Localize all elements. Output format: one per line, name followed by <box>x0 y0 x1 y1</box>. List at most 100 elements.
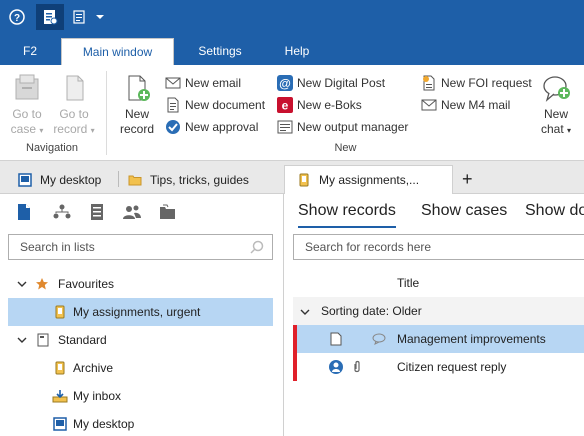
new-eboks-button[interactable]: e New e-Boks <box>277 95 362 115</box>
tab-f2[interactable]: F2 <box>10 38 50 65</box>
new-output-manager-label: New output manager <box>297 120 409 134</box>
doctab-my-desktop-label: My desktop <box>40 172 102 187</box>
new-foi-request-button[interactable]: New FOI request <box>421 73 532 93</box>
new-m4-mail-button[interactable]: New M4 mail <box>421 95 510 115</box>
new-approval-button[interactable]: New approval <box>165 117 258 137</box>
list-icon[interactable] <box>66 4 92 30</box>
new-email-label: New email <box>185 76 242 90</box>
svg-text:e: e <box>282 99 289 113</box>
red-flag-marker <box>293 325 297 353</box>
new-eboks-label: New e-Boks <box>297 98 362 112</box>
goto-case-button[interactable]: Go to case ▾ <box>5 73 49 138</box>
records-icon[interactable] <box>36 4 64 30</box>
inbox-icon <box>52 390 68 403</box>
goto-record-button[interactable]: Go to record ▾ <box>52 73 96 138</box>
new-record-icon <box>122 73 152 103</box>
standard-list-icon <box>37 333 49 347</box>
contacts-icon[interactable] <box>122 202 142 222</box>
chevron-down-icon: ▾ <box>90 126 95 135</box>
tab-help[interactable]: Help <box>273 38 321 65</box>
column-header-title[interactable]: Title <box>397 276 419 290</box>
tab-show-records[interactable]: Show records <box>298 202 396 228</box>
new-chat-label-1: New <box>543 107 568 121</box>
new-record-button[interactable]: New record <box>115 73 159 137</box>
left-pane: Search in lists Favourites My assignment… <box>0 194 284 436</box>
help-icon[interactable]: ? <box>4 4 30 30</box>
tab-divider <box>118 171 119 187</box>
tree-item-my-assignments-urgent[interactable]: My assignments, urgent <box>8 298 273 326</box>
record-title: Citizen request reply <box>397 360 507 374</box>
tree-group-standard[interactable]: Standard <box>8 326 273 354</box>
document-icon <box>330 332 342 346</box>
document-icon <box>167 97 179 113</box>
phone-list-icon <box>299 173 309 187</box>
archive-label: Archive <box>73 361 114 375</box>
new-digital-post-button[interactable]: @ New Digital Post <box>277 73 385 93</box>
at-sign-icon: @ <box>277 75 293 91</box>
chevron-down-icon[interactable] <box>90 4 110 30</box>
goto-record-label-2: record <box>53 122 88 136</box>
goto-record-label-1: Go to <box>59 107 89 121</box>
document-list-icon[interactable] <box>14 202 34 222</box>
tab-main-window[interactable]: Main window <box>61 38 174 65</box>
list-search-input[interactable]: Search in lists <box>8 234 273 260</box>
tree-item-my-desktop[interactable]: My desktop <box>8 410 273 436</box>
goto-record-label-row: record ▾ <box>52 122 96 138</box>
new-output-manager-button[interactable]: New output manager <box>277 117 408 137</box>
records-search-input[interactable]: Search for records here <box>293 234 584 260</box>
approval-check-icon <box>166 120 180 134</box>
new-chat-label-2: chat <box>540 122 564 136</box>
doctab-my-desktop[interactable]: My desktop <box>18 165 101 194</box>
my-inbox-label: My inbox <box>73 389 122 403</box>
new-chat-button[interactable]: New chat ▾ <box>534 73 578 138</box>
doctab-my-assignments-label: My assignments,... <box>319 173 420 187</box>
doctab-tips[interactable]: Tips, tricks, guides <box>128 165 249 194</box>
tab-show-cases[interactable]: Show cases <box>421 202 507 228</box>
quick-access-bar: ? <box>0 0 584 34</box>
new-email-button[interactable]: New email <box>165 73 241 93</box>
new-approval-label: New approval <box>185 120 259 134</box>
new-chat-label-row: chat ▾ <box>534 122 578 138</box>
tab-settings[interactable]: Settings <box>183 38 257 65</box>
phone-list-icon <box>55 361 65 375</box>
star-icon <box>36 278 48 290</box>
tree-group-favourites[interactable]: Favourites <box>8 270 273 298</box>
chevron-down-icon[interactable] <box>16 278 28 290</box>
chat-bubble-icon <box>541 73 571 103</box>
tab-show-documents[interactable]: Show do <box>525 202 584 228</box>
chevron-down-icon[interactable] <box>299 306 311 318</box>
doctab-my-assignments[interactable]: My assignments,... <box>284 165 453 194</box>
new-m4-mail-label: New M4 mail <box>441 98 511 112</box>
org-chart-icon[interactable] <box>52 202 72 222</box>
my-assignments-urgent-label: My assignments, urgent <box>73 305 201 319</box>
doctab-tips-label: Tips, tricks, guides <box>150 172 249 187</box>
document-tab-bar: My desktop Tips, tricks, guides My assig… <box>0 161 584 194</box>
table-row[interactable]: Management improvements <box>293 325 584 353</box>
list-search-placeholder: Search in lists <box>20 240 95 254</box>
standard-label: Standard <box>58 333 107 347</box>
table-row[interactable]: Citizen request reply <box>293 353 584 381</box>
register-icon[interactable] <box>87 202 107 222</box>
desktop-icon <box>53 417 67 431</box>
tree-item-archive[interactable]: Archive <box>8 354 273 382</box>
red-flag-marker <box>293 353 297 381</box>
foi-request-icon <box>423 75 435 91</box>
new-document-button[interactable]: New document <box>165 95 265 115</box>
chevron-down-icon[interactable] <box>16 334 28 346</box>
tree-item-my-inbox[interactable]: My inbox <box>8 382 273 410</box>
group-header-row[interactable]: Sorting date: Older <box>293 297 584 325</box>
svg-text:@: @ <box>279 77 291 91</box>
new-record-label-2: record <box>119 122 154 136</box>
desktop-icon <box>18 172 32 187</box>
comment-icon <box>372 333 386 345</box>
goto-case-label-row: case ▾ <box>5 122 49 138</box>
records-search-placeholder: Search for records here <box>305 240 432 254</box>
new-document-label: New document <box>185 98 266 112</box>
new-group-label: New <box>334 142 357 154</box>
folders-icon[interactable] <box>158 202 178 222</box>
svg-text:?: ? <box>14 13 20 24</box>
right-pane: Show records Show cases Show do Search f… <box>285 194 584 436</box>
my-desktop-label: My desktop <box>73 417 135 431</box>
favourites-label: Favourites <box>58 277 115 291</box>
add-tab-button[interactable]: + <box>462 165 473 194</box>
